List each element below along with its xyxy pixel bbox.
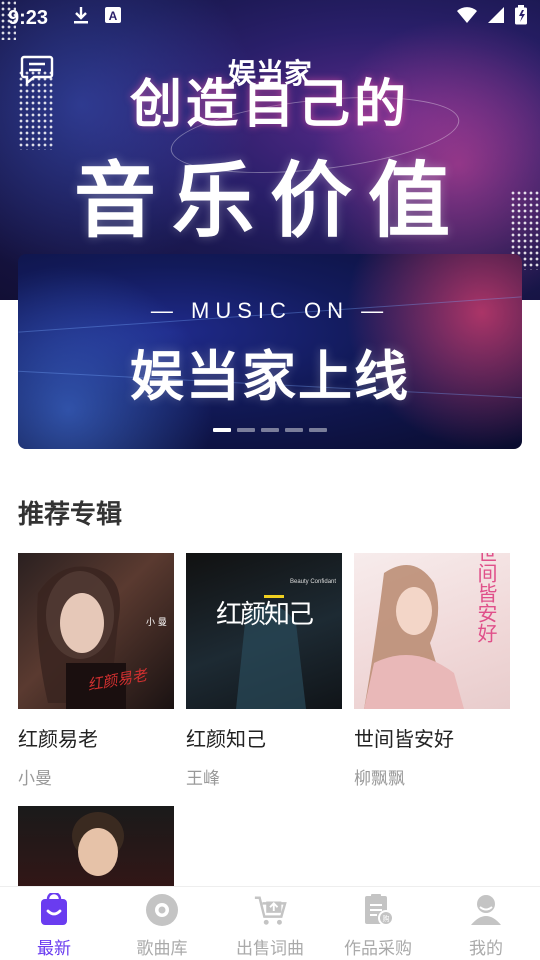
battery-icon	[514, 5, 528, 31]
carousel-dot[interactable]	[285, 428, 303, 432]
album-card[interactable]: 世间皆安好 世间皆安好 柳飘飘	[354, 553, 510, 789]
cart-icon	[253, 893, 287, 927]
banner-subtitle: — MUSIC ON —	[150, 298, 390, 323]
section-title: 推荐专辑	[18, 500, 123, 530]
hero-slogan-line2: 音乐价值	[73, 154, 466, 249]
banner-title: 娱当家上线	[130, 345, 410, 408]
signal-icon	[486, 6, 506, 30]
album-cover[interactable]: 小 曼 红颜易老	[18, 553, 174, 709]
nav-label: 作品采购	[344, 939, 412, 959]
nav-label: 歌曲库	[136, 939, 188, 959]
cover-title: 世间皆安好	[474, 553, 498, 643]
nav-label: 我的	[469, 939, 503, 959]
svg-text:A: A	[109, 9, 118, 23]
wifi-icon	[456, 6, 478, 30]
bottom-nav: 最新 歌曲库 出售词曲 购 作品采购 我的	[0, 886, 540, 960]
purchase-doc-icon: 购	[361, 893, 395, 927]
cover-title: 红颜知己	[216, 600, 313, 630]
album-name: 红颜易老	[18, 727, 98, 751]
nav-label: 出售词曲	[236, 939, 304, 959]
album-name: 红颜知己	[186, 727, 266, 751]
carousel-dot[interactable]	[261, 428, 279, 432]
svg-text:购: 购	[383, 914, 390, 923]
album-name: 世间皆安好	[354, 727, 454, 751]
download-icon	[72, 5, 90, 31]
a-badge-icon: A	[104, 6, 122, 30]
nav-label: 最新	[37, 939, 71, 959]
nav-item-works-purchase[interactable]: 购 作品采购	[324, 887, 432, 960]
carousel-dot[interactable]	[309, 428, 327, 432]
carousel-dot[interactable]	[213, 428, 231, 432]
nav-item-song-library[interactable]: 歌曲库	[108, 887, 216, 960]
album-cover[interactable]: 红颜知己 Beauty Confidant	[186, 553, 342, 709]
cover-caption: Beauty Confidant	[290, 579, 336, 585]
nav-item-mine[interactable]: 我的	[432, 887, 540, 960]
cover-caption: 小 曼	[146, 617, 167, 628]
album-card[interactable]: 小 曼 红颜易老 红颜易老 小曼	[18, 553, 174, 789]
status-time: 9:23	[8, 6, 49, 29]
disc-icon	[145, 893, 179, 927]
nav-item-latest[interactable]: 最新	[0, 887, 108, 960]
album-artist: 柳飘飘	[354, 769, 405, 789]
carousel-dot[interactable]	[237, 428, 255, 432]
album-card[interactable]: 红颜知己 Beauty Confidant 红颜知己 王峰	[186, 553, 342, 789]
album-cover[interactable]: 世间皆安好	[354, 553, 510, 709]
user-icon	[469, 893, 503, 927]
app-title: 娱当家	[227, 57, 312, 90]
carousel-indicators	[213, 428, 327, 432]
smile-bag-icon	[37, 893, 71, 927]
status-bar: 9:23 A	[0, 0, 540, 36]
album-artist: 王峰	[186, 769, 220, 789]
nav-item-sell-lyrics[interactable]: 出售词曲	[216, 887, 324, 960]
banner-carousel[interactable]: — MUSIC ON — 娱当家上线	[18, 254, 522, 449]
album-artist: 小曼	[18, 769, 52, 789]
